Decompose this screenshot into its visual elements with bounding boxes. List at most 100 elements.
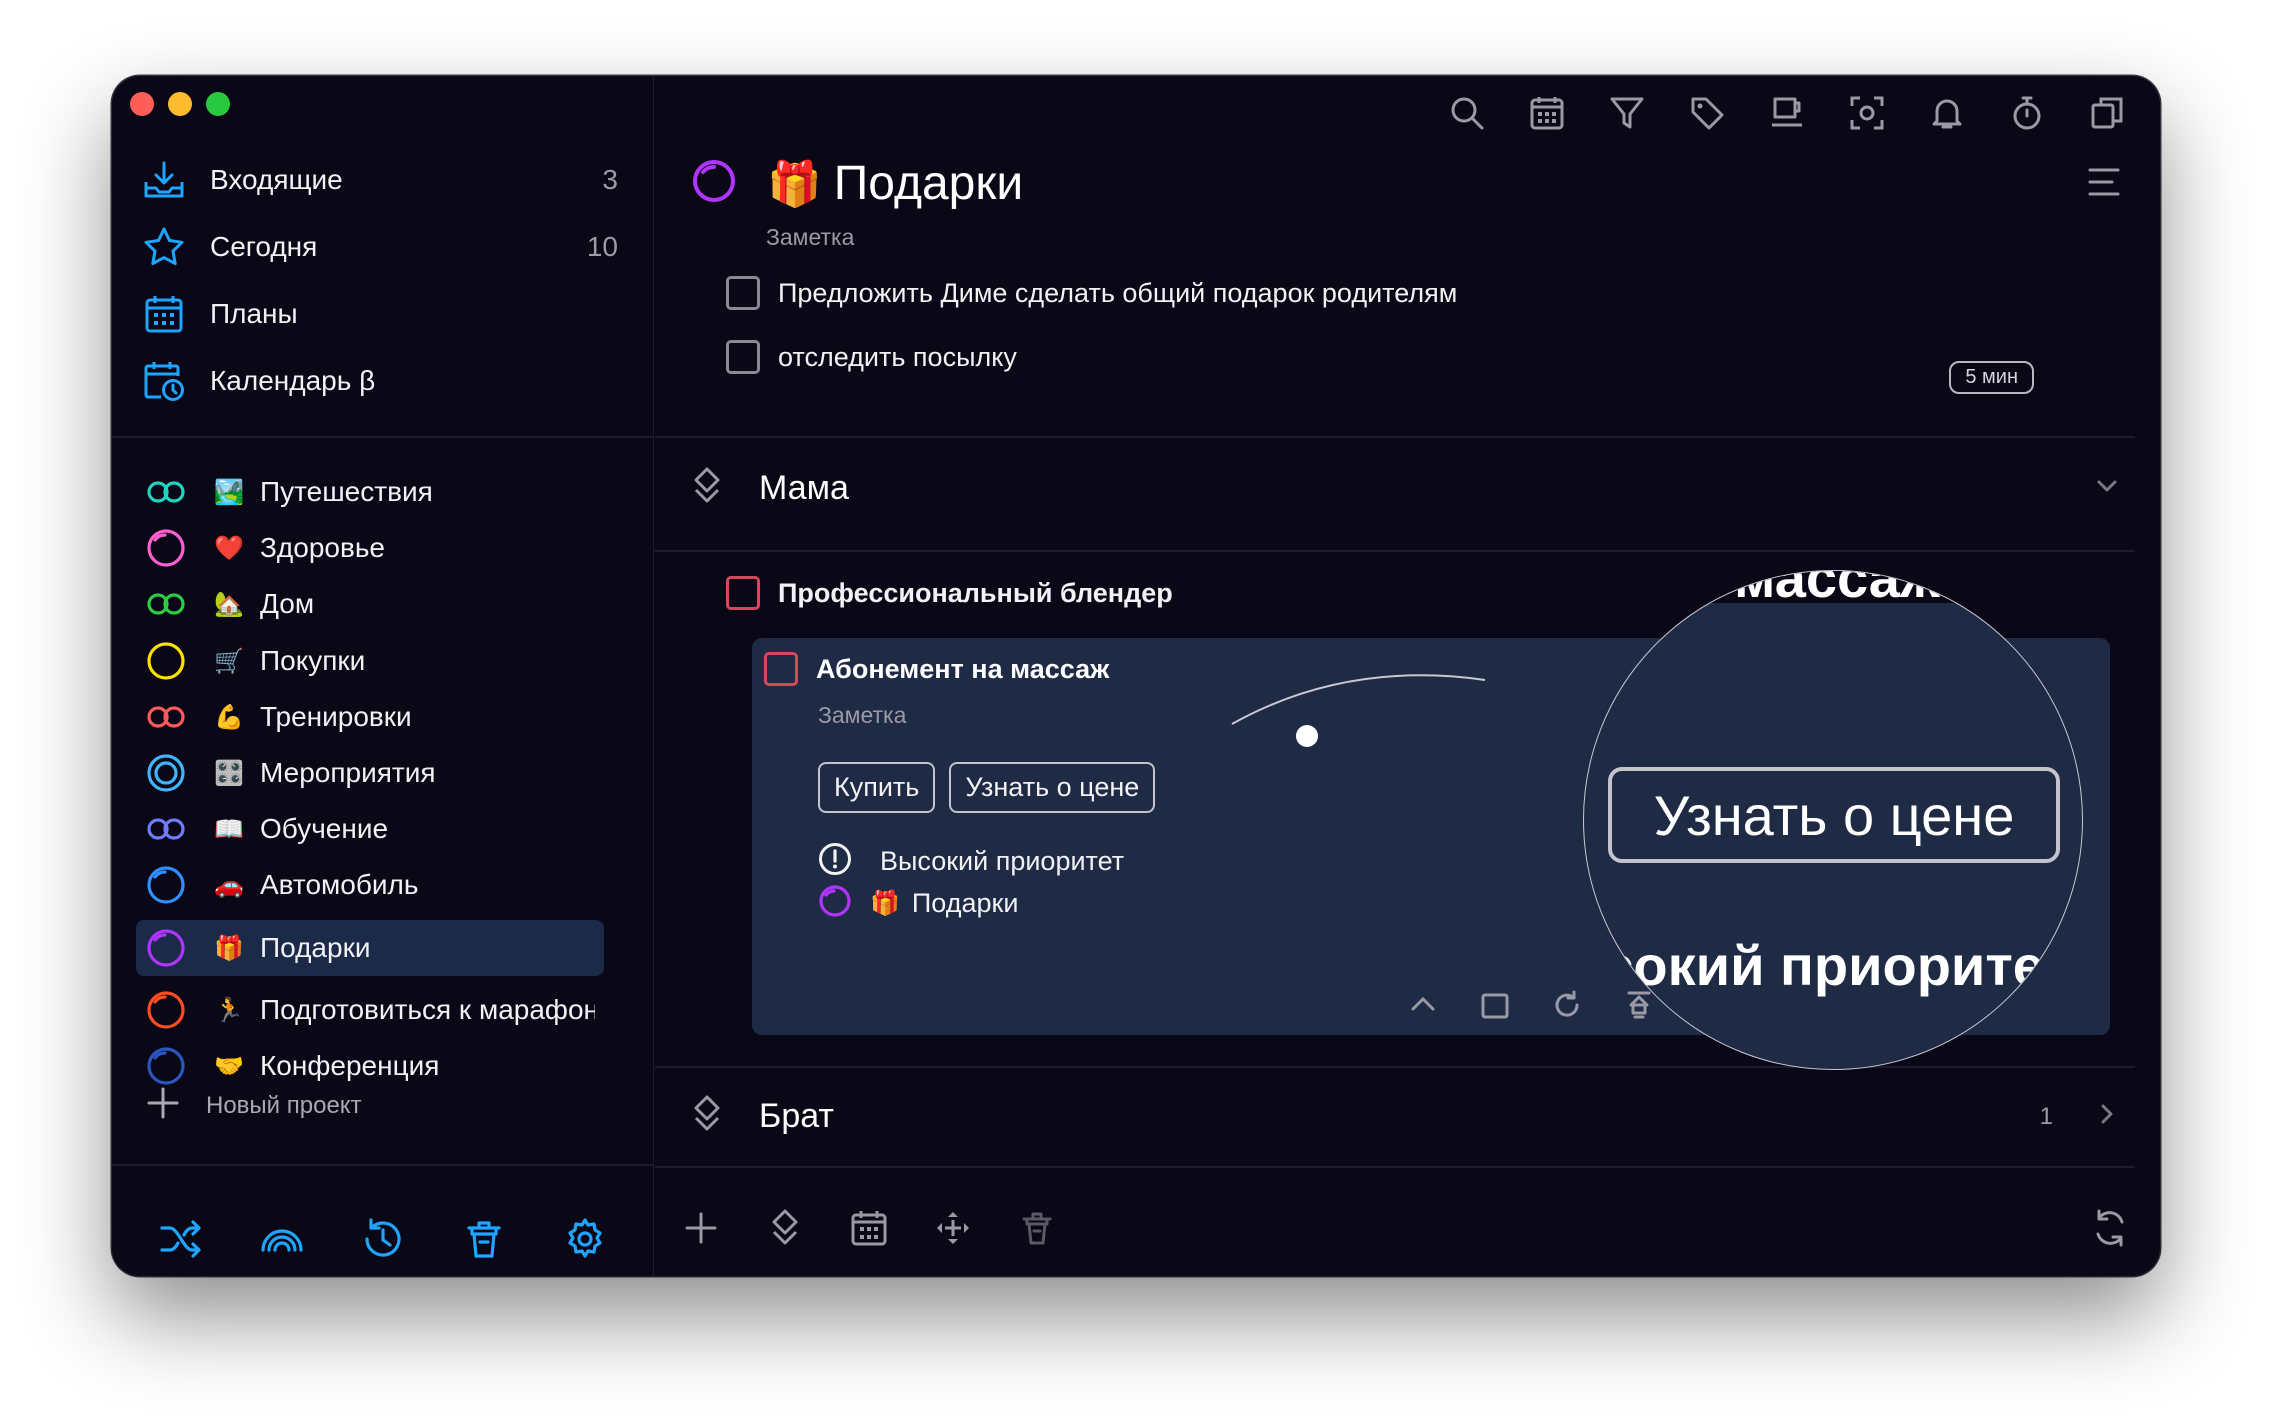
task-row[interactable]: Предложить Диме сделать общий подарок ро… [726, 276, 1457, 310]
project-ring-icon [146, 928, 186, 968]
chevron-right-icon[interactable] [2093, 1100, 2121, 1133]
focus-icon[interactable] [1844, 90, 1890, 136]
project-emoji-icon: 🤝 [214, 1052, 244, 1080]
tag-icon[interactable] [1684, 90, 1730, 136]
project-label: Здоровье [260, 532, 386, 563]
shuffle-icon[interactable] [158, 1216, 204, 1267]
task-row[interactable]: отследить посылку [726, 340, 1017, 374]
project-label: Тренировки [260, 701, 412, 732]
top-toolbar [1444, 90, 2130, 136]
sidebar-project-item[interactable]: 💪 Тренировки [136, 689, 604, 745]
add-task-icon[interactable] [677, 1204, 725, 1252]
buy-button[interactable]: Купить [818, 762, 936, 813]
sidebar-item-calendar[interactable]: Календарь β [142, 351, 622, 411]
calendar-icon[interactable] [1524, 90, 1570, 136]
bell-icon[interactable] [1924, 90, 1970, 136]
group-header-mama[interactable]: Мама [691, 466, 2121, 511]
repeat-icon[interactable] [1546, 984, 1588, 1026]
trash-icon[interactable] [461, 1216, 507, 1267]
sidebar-bottom-toolbar [112, 1216, 654, 1267]
check-price-button[interactable]: Узнать о цене [949, 762, 1156, 813]
bottom-toolbar [677, 1204, 1061, 1252]
bottom-divider [655, 1166, 2135, 1168]
sidebar-divider [112, 436, 654, 438]
group-divider [655, 436, 2135, 438]
sidebar-project-item[interactable]: 🚗 Автомобиль [136, 857, 604, 913]
duration-badge: 5 мин [1949, 361, 2034, 394]
detail-note[interactable]: Заметка [818, 702, 906, 729]
sidebar-item-plans[interactable]: Планы [142, 284, 622, 344]
chevron-up-icon[interactable] [1402, 984, 1444, 1026]
project-ring-icon [146, 641, 186, 681]
task-row[interactable]: Профессиональный блендер [726, 576, 1173, 610]
timer-icon[interactable] [2004, 90, 2050, 136]
project-property[interactable]: 🎁 Подарки [818, 884, 1018, 923]
task-checkbox[interactable] [726, 576, 760, 610]
settings-icon[interactable] [562, 1216, 608, 1267]
detail-header: Абонемент на массаж [764, 652, 1109, 686]
sidebar-project-item[interactable]: 📖 Обучение [136, 801, 604, 857]
search-icon[interactable] [1444, 90, 1490, 136]
sync-icon[interactable] [2086, 1204, 2134, 1252]
sidebar-project-item[interactable]: 🏡 Дом [136, 576, 604, 632]
star-icon [142, 225, 186, 269]
sidebar-item-today[interactable]: Сегодня 10 [142, 217, 622, 277]
project-emoji-icon: 📖 [214, 815, 244, 843]
sidebar-item-inbox[interactable]: Входящие 3 [142, 150, 622, 210]
page-subtitle[interactable]: Заметка [766, 224, 854, 251]
magnified-priority-text: Высокий приоритет [1584, 934, 2071, 997]
project-emoji-icon: 🎛️ [214, 759, 244, 787]
detail-title[interactable]: Абонемент на массаж [816, 654, 1109, 685]
task-title: Профессиональный блендер [778, 577, 1173, 608]
task-title: отследить посылку [778, 341, 1017, 372]
add-group-icon[interactable] [761, 1204, 809, 1252]
group-divider [655, 1066, 2135, 1068]
task-checkbox[interactable] [726, 340, 760, 374]
zoom-window-button[interactable] [206, 92, 230, 116]
sidebar-project-item[interactable]: 🏞️ Путешествия [136, 464, 604, 520]
minimize-window-button[interactable] [168, 92, 192, 116]
history-icon[interactable] [360, 1216, 406, 1267]
chevron-down-icon[interactable] [2093, 472, 2121, 505]
project-emoji-icon: 🚗 [214, 871, 244, 899]
project-ring-icon[interactable] [691, 158, 737, 209]
project-label: Конференция [260, 1050, 440, 1081]
project-emoji-icon: 💪 [214, 703, 244, 731]
sidebar-project-item[interactable]: 🎛️ Мероприятия [136, 745, 604, 801]
sidebar-project-item[interactable]: 🏃 Подготовиться к марафону [136, 982, 604, 1038]
project-ring-icon [146, 865, 186, 905]
group-diamond-icon [691, 466, 723, 511]
sidebar-project-item[interactable]: ❤️ Здоровье [136, 520, 604, 576]
project-emoji-icon: 🏞️ [214, 478, 244, 506]
page-title[interactable]: Подарки [834, 156, 1023, 211]
sidebar-item-count: 3 [602, 164, 618, 195]
magnifier-top-text: массаж [1734, 570, 1940, 609]
calendar-icon[interactable] [845, 1204, 893, 1252]
project-emoji-icon: 🏃 [214, 996, 244, 1024]
sidebar-project-item[interactable]: 🛒 Покупки [136, 633, 604, 689]
group-diamond-icon [691, 1094, 723, 1139]
new-project-button[interactable]: Новый проект [146, 1086, 362, 1125]
priority-property[interactable]: Высокий приоритет [818, 842, 1124, 881]
close-window-button[interactable] [130, 92, 154, 116]
project-emoji-icon: 🛒 [214, 647, 244, 675]
trash-icon[interactable] [1013, 1204, 1061, 1252]
gift-icon: 🎁 [767, 159, 822, 209]
duplicate-window-icon[interactable] [2084, 90, 2130, 136]
group-divider [655, 550, 2135, 552]
sidebar-project-item[interactable]: 🎁 Подарки [136, 920, 604, 976]
coffee-break-icon[interactable] [1764, 90, 1810, 136]
task-checkbox[interactable] [764, 652, 798, 686]
group-count: 1 [2039, 1102, 2053, 1130]
task-checkbox[interactable] [726, 276, 760, 310]
list-menu-icon[interactable] [2086, 166, 2122, 203]
project-ring-icon [146, 528, 186, 568]
rainbow-icon[interactable] [259, 1216, 305, 1267]
calendar-small-icon[interactable] [1474, 984, 1516, 1026]
priority-label: Высокий приоритет [880, 846, 1125, 876]
group-header-brat[interactable]: Брат 1 [691, 1094, 2121, 1139]
project-ring-icon [146, 584, 186, 624]
filter-icon[interactable] [1604, 90, 1650, 136]
move-icon[interactable] [929, 1204, 977, 1252]
project-label: Подарки [260, 932, 371, 963]
